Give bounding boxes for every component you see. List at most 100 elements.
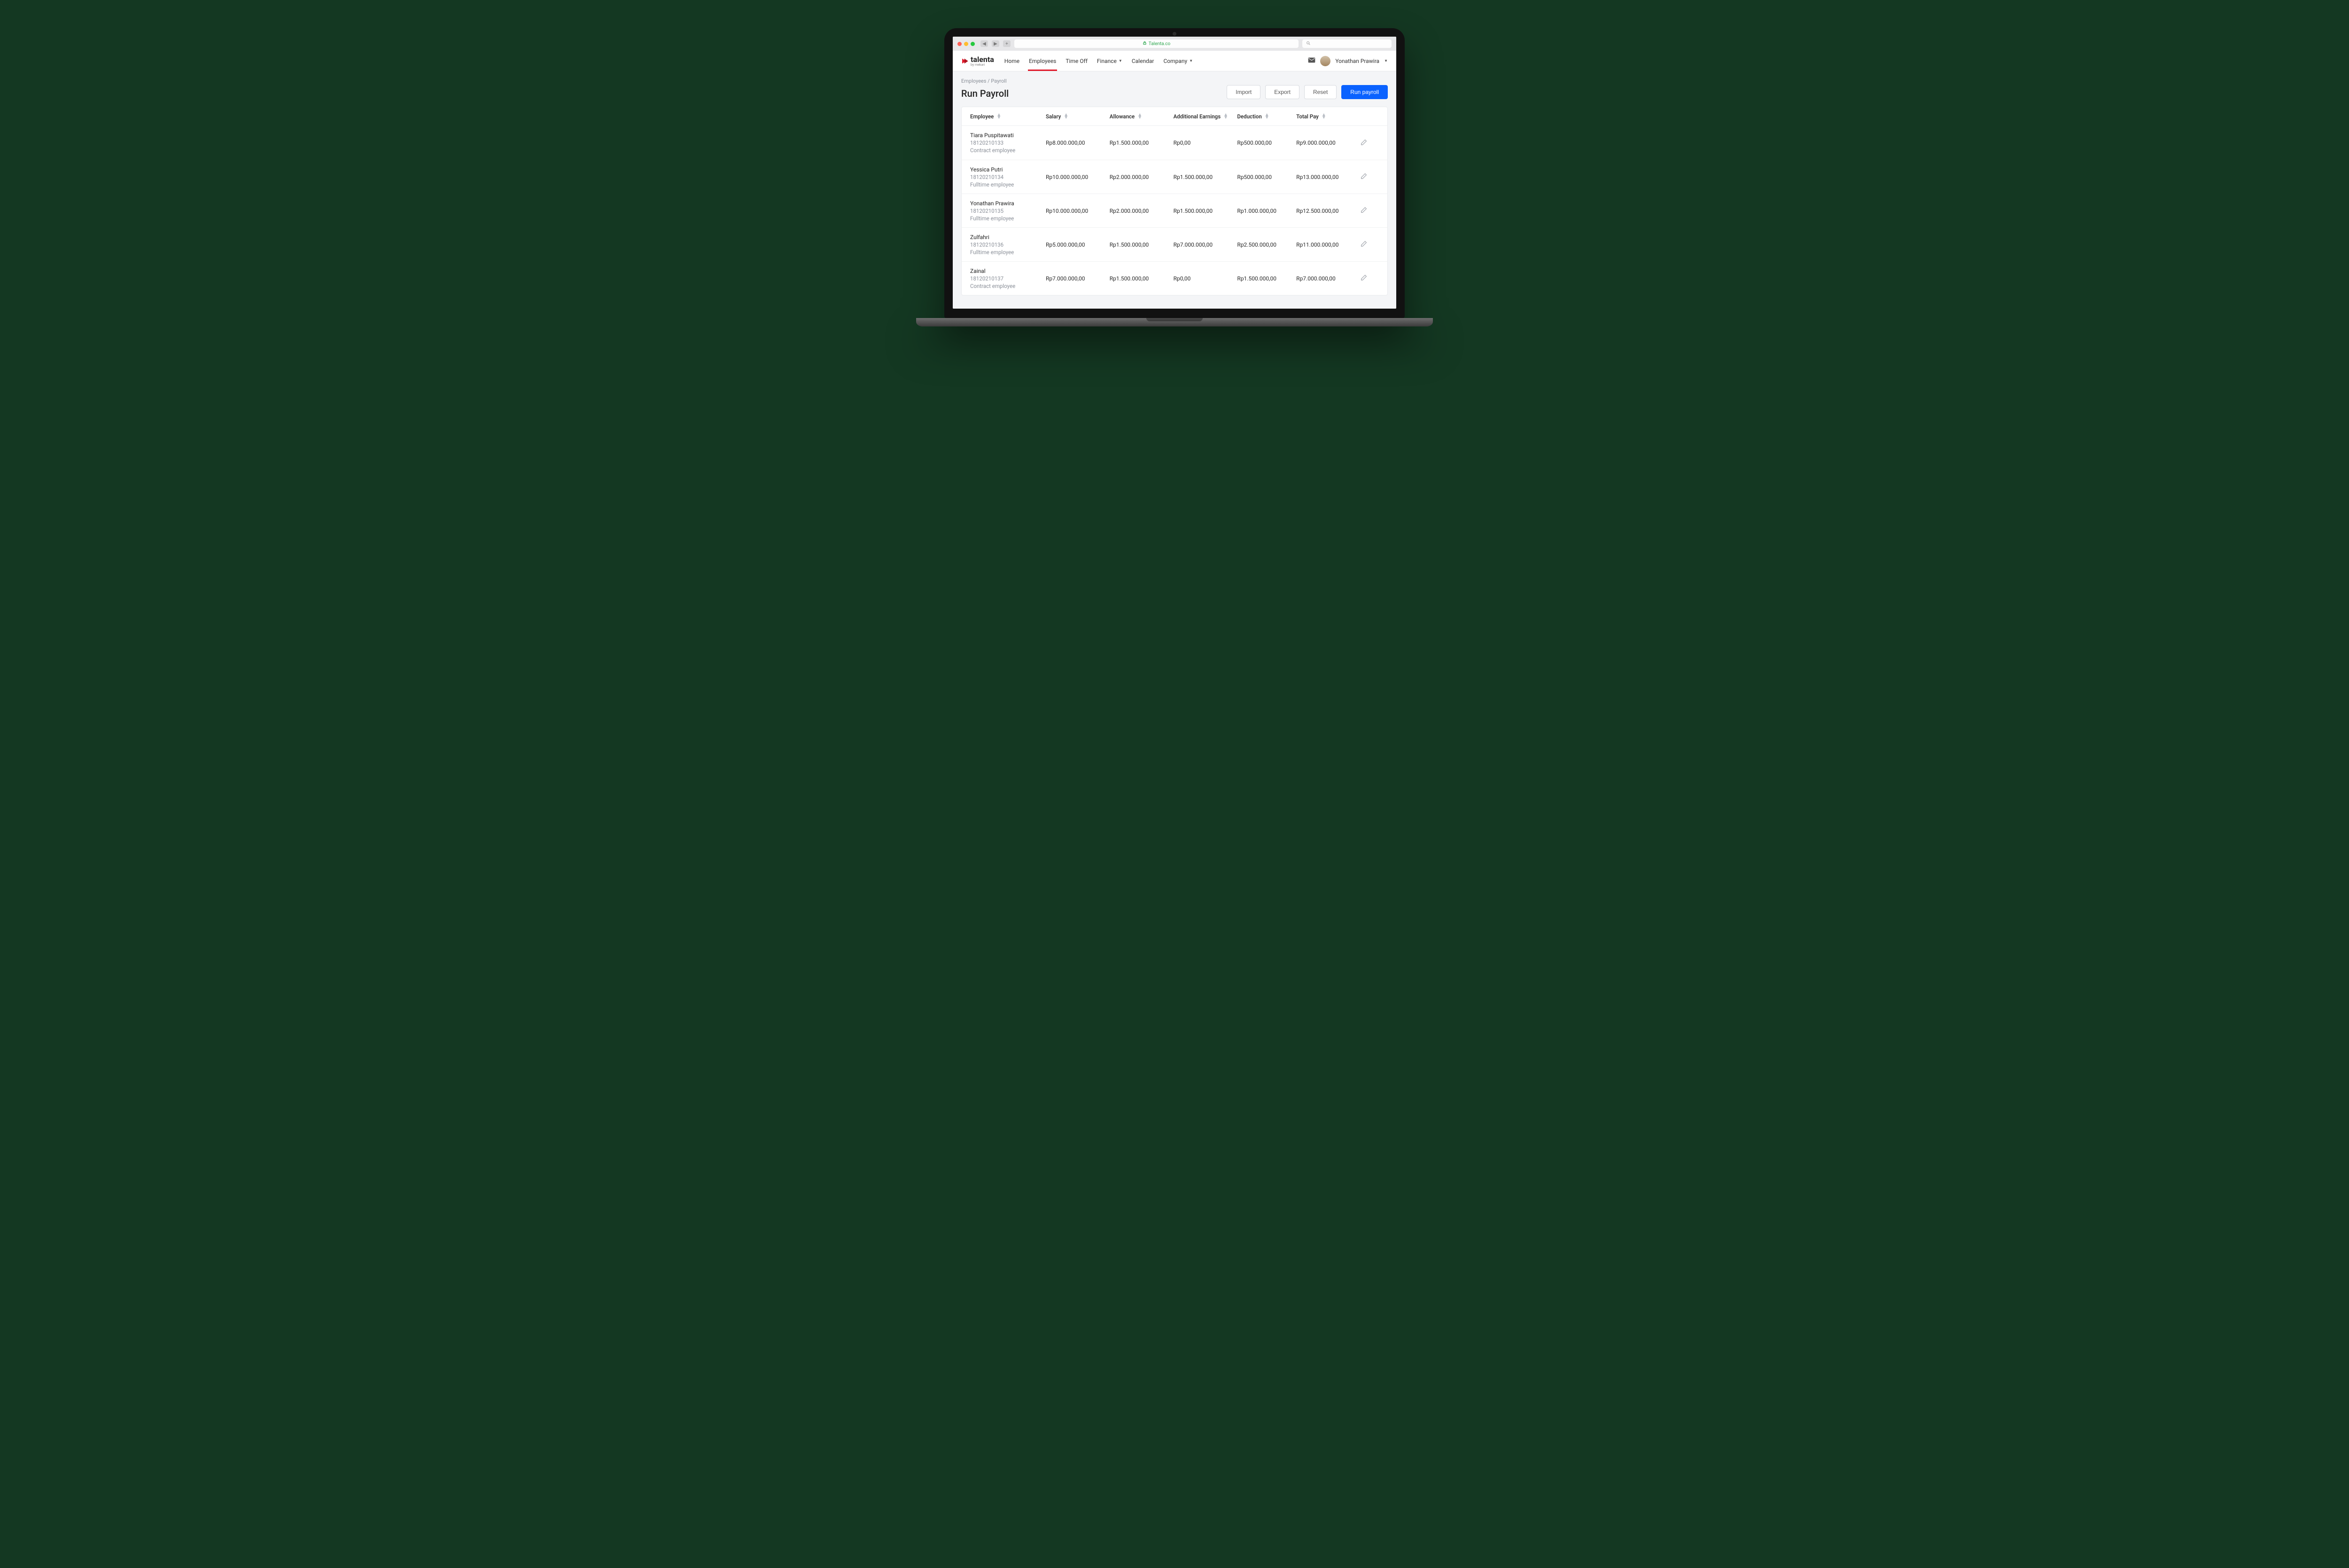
employee-name: Zainal <box>970 268 1046 274</box>
nav-employees[interactable]: Employees <box>1029 51 1056 71</box>
user-area: Yonathan Prawira ▼ <box>1308 56 1388 66</box>
lock-icon <box>1143 41 1147 47</box>
employee-id: 18120210136 <box>970 241 1046 248</box>
nav-label: Company <box>1163 58 1187 64</box>
window-zoom-icon[interactable] <box>971 42 975 46</box>
cell-allowance: Rp1.500.000,00 <box>1110 241 1174 248</box>
nav-time-off[interactable]: Time Off <box>1066 51 1088 71</box>
cell-additional: Rp0,00 <box>1174 140 1237 146</box>
search-icon <box>1306 41 1311 47</box>
col-label: Allowance <box>1110 113 1135 120</box>
sort-icon: ▲▼ <box>1223 114 1228 119</box>
employee-name: Yonathan Prawira <box>970 200 1046 207</box>
table-row: Yessica Putri18120210134Fulltime employe… <box>962 160 1387 194</box>
nav-label: Employees <box>1029 58 1056 64</box>
employee-type: Contract employee <box>970 147 1046 154</box>
cell-employee: Zulfahri18120210136Fulltime employee <box>970 234 1046 256</box>
laptop-mockup: ◀ ▶ + Talenta.co <box>944 28 1405 326</box>
sort-icon: ▲▼ <box>1322 114 1326 119</box>
page-actions: Import Export Reset Run payroll <box>1227 85 1388 99</box>
caret-down-icon[interactable]: ▼ <box>1384 59 1388 63</box>
employee-id: 18120210137 <box>970 275 1046 282</box>
breadcrumb[interactable]: Employees / Payroll <box>961 78 1388 84</box>
mail-icon[interactable] <box>1308 57 1315 64</box>
payroll-table: Employee ▲▼ Salary ▲▼ Allowance ▲▼ Add <box>961 107 1388 295</box>
browser-search-box[interactable] <box>1302 39 1392 48</box>
nav-label: Calendar <box>1132 58 1154 64</box>
edit-row-button[interactable] <box>1360 172 1379 181</box>
cell-allowance: Rp2.000.000,00 <box>1110 174 1174 180</box>
edit-row-button[interactable] <box>1360 274 1379 283</box>
sort-icon: ▲▼ <box>996 114 1001 119</box>
laptop-screen-frame: ◀ ▶ + Talenta.co <box>944 28 1405 318</box>
col-additional[interactable]: Additional Earnings ▲▼ <box>1174 113 1237 120</box>
cell-salary: Rp7.000.000,00 <box>1046 275 1110 282</box>
avatar[interactable] <box>1320 56 1330 66</box>
col-deduction[interactable]: Deduction ▲▼ <box>1237 113 1296 120</box>
employee-type: Fulltime employee <box>970 181 1046 188</box>
edit-row-button[interactable] <box>1360 139 1379 147</box>
pencil-icon <box>1360 139 1368 146</box>
nav-label: Finance <box>1097 58 1117 64</box>
pencil-icon <box>1360 240 1368 248</box>
window-controls <box>957 42 975 46</box>
import-button[interactable]: Import <box>1227 85 1260 99</box>
app-logo[interactable]: talenta by mekari <box>961 55 994 67</box>
col-label: Total Pay <box>1296 113 1319 120</box>
cell-allowance: Rp1.500.000,00 <box>1110 275 1174 282</box>
export-button[interactable]: Export <box>1265 85 1299 99</box>
col-salary[interactable]: Salary ▲▼ <box>1046 113 1110 120</box>
cell-salary: Rp10.000.000,00 <box>1046 174 1110 180</box>
nav-home[interactable]: Home <box>1004 51 1019 71</box>
col-employee[interactable]: Employee ▲▼ <box>970 113 1046 120</box>
title-row: Run Payroll Import Export Reset Run payr… <box>961 85 1388 99</box>
page-body: Employees / Payroll Run Payroll Import E… <box>953 71 1396 309</box>
window-close-icon[interactable] <box>957 42 962 46</box>
col-label: Deduction <box>1237 113 1261 120</box>
cell-total: Rp7.000.000,00 <box>1296 275 1360 282</box>
run-payroll-button[interactable]: Run payroll <box>1341 85 1388 99</box>
edit-row-button[interactable] <box>1360 240 1379 249</box>
table-row: Yonathan Prawira18120210135Fulltime empl… <box>962 194 1387 227</box>
cell-employee: Zainal18120210137Contract employee <box>970 268 1046 289</box>
user-name: Yonathan Prawira <box>1335 58 1379 64</box>
cell-deduction: Rp500.000,00 <box>1237 174 1296 180</box>
browser-new-tab-button[interactable]: + <box>1003 40 1011 47</box>
browser-forward-button[interactable]: ▶ <box>992 40 999 47</box>
browser-chrome: ◀ ▶ + Talenta.co <box>953 37 1396 51</box>
app-header: talenta by mekari Home Employees Time Of… <box>953 51 1396 71</box>
browser-back-button[interactable]: ◀ <box>980 40 988 47</box>
nav-company[interactable]: Company ▼ <box>1163 51 1193 71</box>
nav-calendar[interactable]: Calendar <box>1132 51 1154 71</box>
table-row: Zulfahri18120210136Fulltime employeeRp5.… <box>962 227 1387 261</box>
sort-icon: ▲▼ <box>1265 114 1269 119</box>
employee-id: 18120210135 <box>970 208 1046 214</box>
caret-down-icon: ▼ <box>1189 59 1193 63</box>
cell-employee: Tiara Puspitawati18120210133Contract emp… <box>970 132 1046 154</box>
col-label: Salary <box>1046 113 1061 120</box>
nav-finance[interactable]: Finance ▼ <box>1097 51 1122 71</box>
cell-total: Rp13.000.000,00 <box>1296 174 1360 180</box>
logo-icon <box>961 57 969 65</box>
cell-allowance: Rp1.500.000,00 <box>1110 140 1174 146</box>
cell-additional: Rp1.500.000,00 <box>1174 174 1237 180</box>
browser-address-bar[interactable]: Talenta.co <box>1014 39 1299 48</box>
cell-employee: Yonathan Prawira18120210135Fulltime empl… <box>970 200 1046 222</box>
employee-name: Zulfahri <box>970 234 1046 241</box>
employee-name: Tiara Puspitawati <box>970 132 1046 139</box>
edit-row-button[interactable] <box>1360 206 1379 215</box>
window-minimize-icon[interactable] <box>964 42 968 46</box>
sort-icon: ▲▼ <box>1064 114 1068 119</box>
cell-deduction: Rp1.500.000,00 <box>1237 275 1296 282</box>
employee-id: 18120210133 <box>970 140 1046 146</box>
col-allowance[interactable]: Allowance ▲▼ <box>1110 113 1174 120</box>
cell-additional: Rp1.500.000,00 <box>1174 208 1237 214</box>
cell-employee: Yessica Putri18120210134Fulltime employe… <box>970 166 1046 188</box>
reset-button[interactable]: Reset <box>1304 85 1337 99</box>
cell-salary: Rp10.000.000,00 <box>1046 208 1110 214</box>
col-total[interactable]: Total Pay ▲▼ <box>1296 113 1360 120</box>
cell-salary: Rp8.000.000,00 <box>1046 140 1110 146</box>
cell-salary: Rp5.000.000,00 <box>1046 241 1110 248</box>
cell-deduction: Rp1.000.000,00 <box>1237 208 1296 214</box>
page-title: Run Payroll <box>961 88 1009 99</box>
